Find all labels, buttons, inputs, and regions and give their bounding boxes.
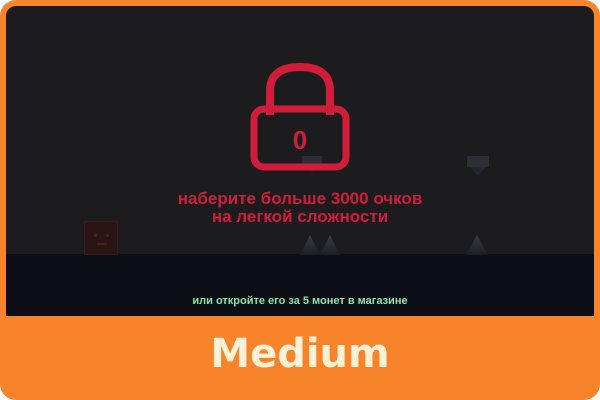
floating-platform bbox=[467, 156, 489, 176]
lock-icon: 0 bbox=[250, 62, 350, 171]
level-card[interactable]: 0 наберите больше 3000 очков на легкой с… bbox=[0, 0, 600, 400]
player-eye bbox=[106, 234, 109, 237]
level-preview: 0 наберите больше 3000 очков на легкой с… bbox=[6, 6, 594, 316]
store-unlock-hint[interactable]: или откройте его за 5 монет в магазине bbox=[6, 295, 594, 307]
player-cube bbox=[84, 221, 118, 255]
unlock-requirement: наберите больше 3000 очков на легкой сло… bbox=[6, 190, 594, 226]
unlock-requirement-line1: наберите больше 3000 очков bbox=[177, 189, 423, 208]
lock-counter: 0 bbox=[293, 125, 307, 155]
difficulty-label: Medium bbox=[210, 331, 390, 377]
spike-icon bbox=[466, 235, 488, 255]
spike-icon bbox=[300, 235, 340, 255]
player-eye bbox=[94, 234, 97, 237]
player-mouth bbox=[97, 243, 107, 245]
unlock-requirement-line2: на легкой сложности bbox=[211, 207, 389, 226]
